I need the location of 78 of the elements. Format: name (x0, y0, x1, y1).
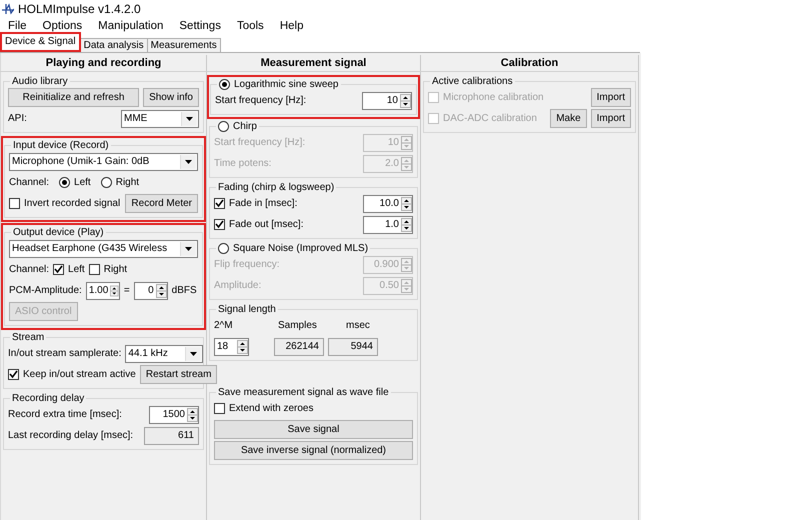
tab[interactable]: Device & Signal (0, 32, 81, 52)
spin-box[interactable]: 1.00 (86, 282, 120, 300)
group-title: Active calibrations (432, 76, 513, 87)
field-label: Start frequency [Hz]: (215, 95, 308, 106)
field-label: Samples (278, 320, 318, 331)
push-button[interactable]: Show info (143, 88, 199, 107)
group-title: Fading (chirp & logsweep) (218, 182, 334, 193)
push-button[interactable]: Save inverse signal (normalized) (214, 441, 413, 460)
readout-field: 611 (144, 426, 199, 444)
section-title: Playing and recording (0, 55, 207, 72)
checkbox[interactable]: Extend with zeroes (214, 403, 314, 414)
dropdown-value: MME (124, 113, 148, 124)
spin-box[interactable]: 1500 (149, 406, 199, 424)
group-title: Input device (Record) (13, 140, 109, 151)
dropdown-value: Headset Earphone (G435 Wireless (12, 243, 168, 254)
checkbox[interactable]: Keep in/out stream active (8, 369, 136, 380)
checkbox[interactable]: Fade out [msec]: (214, 219, 359, 230)
section-title: Calibration (420, 55, 639, 72)
menu-item[interactable]: Manipulation (90, 20, 172, 32)
radio-button[interactable]: Chirp (218, 121, 257, 132)
tab[interactable]: Data analysis (80, 38, 148, 52)
group-title: Audio library (12, 76, 68, 87)
dropdown[interactable]: 44.1 kHz (125, 344, 204, 362)
radio-button[interactable]: Right (100, 177, 140, 188)
group-title: Save measurement signal as wave file (218, 387, 389, 398)
menu-item[interactable]: Tools (228, 20, 272, 32)
field-label: Amplitude: (214, 280, 262, 291)
push-button[interactable]: Import (590, 88, 631, 107)
spin-box[interactable]: 1.0 (363, 216, 413, 234)
field-label: 2^M (214, 320, 234, 331)
field-label: Last recording delay [msec]: (8, 430, 134, 441)
radio-button[interactable]: Logarithmic sine sweep (219, 79, 338, 90)
field-label: In/out stream samplerate: (8, 348, 122, 359)
field-label: msec (346, 320, 370, 331)
field-label: Channel: (9, 264, 50, 275)
menu-item[interactable]: Settings (171, 20, 229, 32)
push-button[interactable]: Reinitialize and refresh (8, 88, 140, 107)
field-label: Record extra time [msec]: (8, 409, 123, 420)
checkbox[interactable]: Left (53, 264, 85, 275)
push-button[interactable]: Restart stream (140, 365, 218, 384)
push-button[interactable]: Make (550, 109, 587, 128)
dropdown-value: Microphone (Umik-1 Gain: 0dB (12, 156, 150, 167)
push-button[interactable]: Save signal (214, 420, 413, 439)
dropdown[interactable]: Microphone (Umik-1 Gain: 0dB (9, 152, 198, 170)
push-button[interactable]: Import (590, 109, 631, 128)
push-button[interactable]: Record Meter (125, 194, 198, 213)
spin-box[interactable]: 10.0 (363, 194, 413, 212)
field-label: Flip frequency: (214, 259, 281, 270)
tab[interactable]: Measurements (146, 38, 221, 52)
field-label: = (124, 285, 130, 296)
spin-box[interactable]: 10 (362, 92, 412, 110)
dropdown[interactable]: MME (121, 110, 199, 128)
field-label: Start frequency [Hz]: (214, 137, 306, 148)
radio-button[interactable]: Left (59, 177, 91, 188)
checkbox[interactable]: Right (88, 264, 128, 275)
group-title: Stream (12, 332, 44, 343)
spin-box[interactable]: 0 (134, 282, 168, 300)
field-label: Channel: (9, 177, 50, 188)
readout-field: 262144 (274, 338, 324, 356)
checkbox[interactable]: Invert recorded signal (9, 198, 122, 209)
menu-item[interactable]: Options (34, 20, 90, 32)
readout-field: 5944 (328, 338, 378, 356)
group-title: Recording delay (12, 393, 84, 404)
dropdown-value: 44.1 kHz (128, 348, 169, 359)
field-label: API: (8, 113, 28, 124)
menu-item[interactable]: File (0, 20, 35, 32)
checkbox[interactable]: Fade in [msec]: (214, 198, 359, 209)
field-label: Time potens: (214, 158, 272, 169)
group-title: Signal length (218, 304, 276, 315)
field-label: dBFS (172, 285, 197, 296)
group-title: Output device (Play) (13, 227, 104, 238)
dropdown[interactable]: Headset Earphone (G435 Wireless (9, 240, 198, 258)
window-title: HOLMImpulse v1.4.2.0 (18, 2, 141, 16)
spin-box[interactable]: 18 (214, 338, 249, 356)
menu-item[interactable]: Help (272, 20, 312, 32)
section-title: Measurement signal (206, 55, 421, 72)
field-label: PCM-Amplitude: (9, 285, 82, 296)
radio-button[interactable]: Square Noise (Improved MLS) (218, 243, 368, 254)
